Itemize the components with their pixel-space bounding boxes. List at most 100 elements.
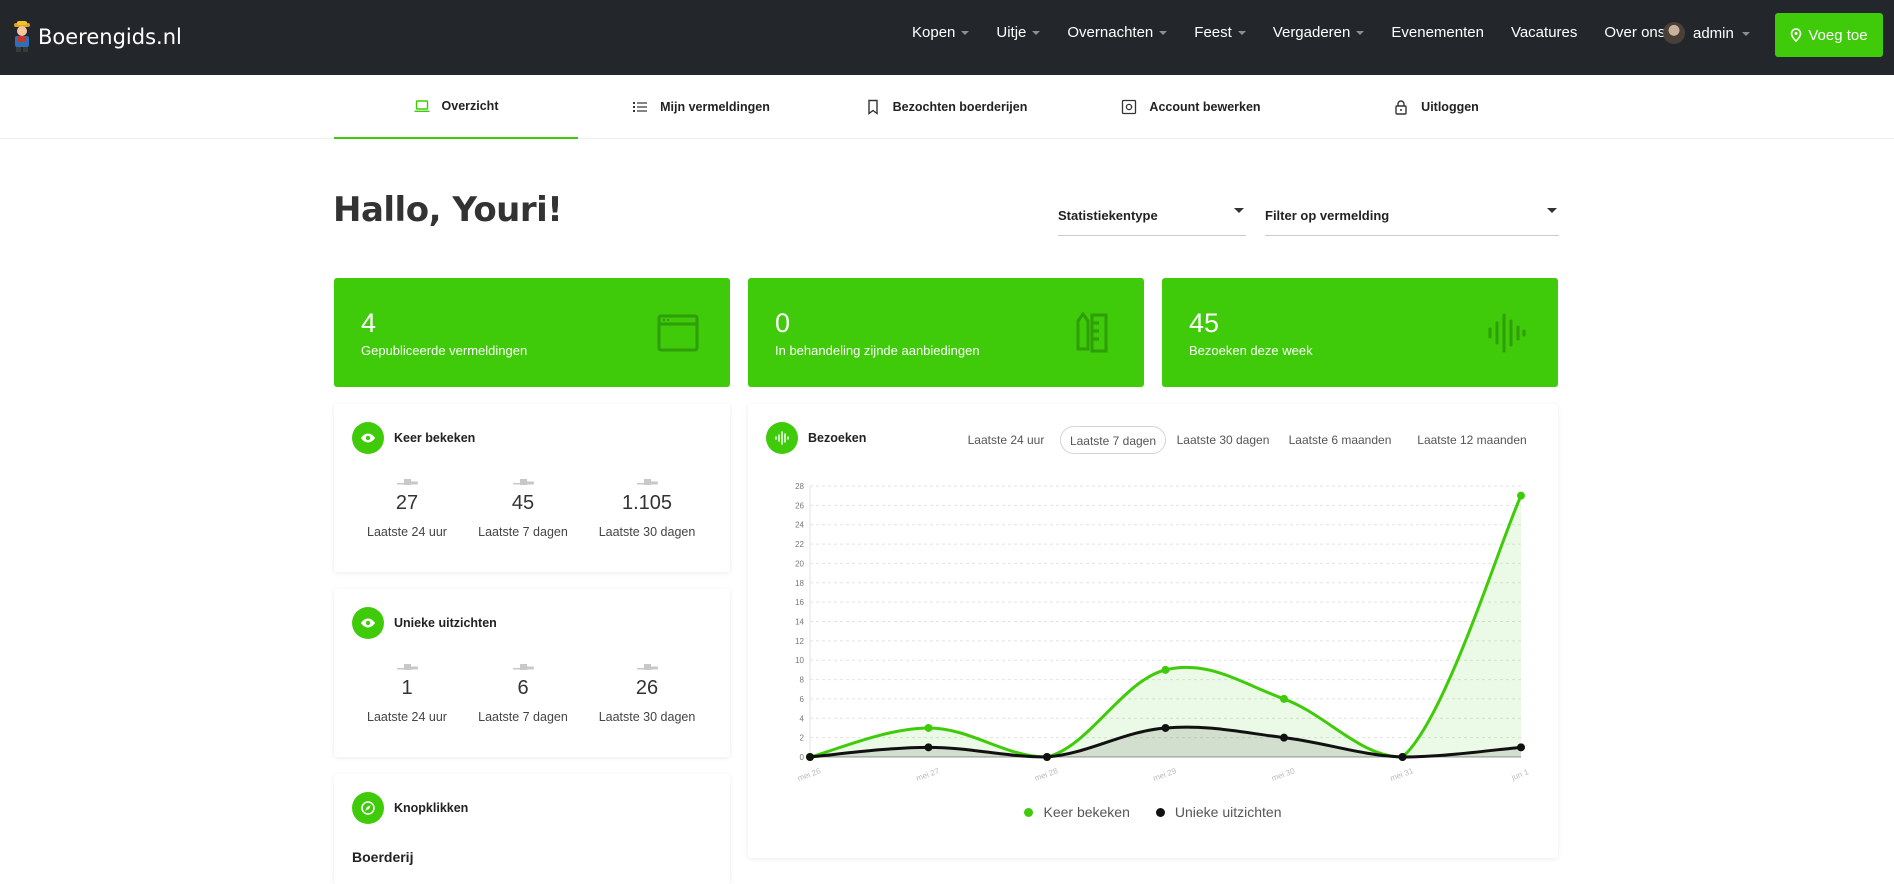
panel-title: Unieke uitzichten xyxy=(352,607,497,639)
y-tick-label: 24 xyxy=(795,521,804,530)
x-tick-label: mei 26 xyxy=(796,766,822,783)
nav-vacatures[interactable]: Vacatures xyxy=(1511,24,1577,41)
data-point xyxy=(924,723,933,732)
select-value: Statistiekentype xyxy=(1058,208,1158,223)
data-point xyxy=(1043,753,1051,761)
x-tick-label: mei 27 xyxy=(915,766,941,783)
chevron-down-icon xyxy=(1547,208,1557,213)
legend-item-views[interactable]: Keer bekeken xyxy=(1024,804,1130,820)
y-tick-label: 2 xyxy=(800,734,805,743)
add-button-label: Voeg toe xyxy=(1808,26,1868,44)
nav-label: Overnachten xyxy=(1067,24,1154,41)
nav-label: Uitje xyxy=(996,24,1027,41)
y-tick-label: 14 xyxy=(795,618,804,627)
data-point xyxy=(1161,723,1170,732)
nav-uitje[interactable]: Uitje xyxy=(996,24,1041,41)
laptop-icon xyxy=(414,100,430,113)
bar-chart-icon: ▁▄▂ xyxy=(397,659,417,670)
ruler-pencil-icon xyxy=(1076,311,1108,353)
user-name: admin xyxy=(1693,24,1734,42)
y-tick-label: 28 xyxy=(795,482,804,491)
y-tick-label: 26 xyxy=(795,501,804,510)
listing-filter-select[interactable]: Filter op vermelding xyxy=(1265,198,1559,236)
stat-label: Bezoeken deze week xyxy=(1189,343,1313,358)
select-value: Filter op vermelding xyxy=(1265,208,1390,223)
nav-vergaderen[interactable]: Vergaderen xyxy=(1273,24,1365,41)
brand-name: Boerengids.nl xyxy=(38,25,182,49)
chevron-down-icon xyxy=(1741,31,1750,36)
tab-overzicht[interactable]: Overzicht xyxy=(334,75,578,139)
main-nav: Kopen Uitje Overnachten Feest Vergaderen… xyxy=(912,24,1706,41)
data-point xyxy=(806,753,814,761)
legend-label: Keer bekeken xyxy=(1043,804,1130,820)
tab-label: Bezochten boerderijen xyxy=(892,100,1028,114)
nav-evenementen[interactable]: Evenementen xyxy=(1391,24,1484,41)
y-tick-label: 8 xyxy=(800,676,805,685)
tab-label: Account bewerken xyxy=(1149,100,1261,114)
metric-value: 1.105 xyxy=(621,492,673,514)
series-area xyxy=(810,495,1521,757)
chevron-down-icon xyxy=(1356,31,1365,35)
panel-title-text: Knopklikken xyxy=(394,801,469,815)
chevron-down-icon xyxy=(1032,31,1041,35)
data-point xyxy=(1517,743,1525,752)
avatar xyxy=(1663,22,1685,44)
tab-account-bewerken[interactable]: Account bewerken xyxy=(1069,75,1313,139)
metric-24h: ▁▄▂ 1 Laatste 24 uur xyxy=(347,659,467,724)
panel-title: Knopklikken xyxy=(352,792,468,824)
tab-bezochten-boerderijen[interactable]: Bezochten boerderijen xyxy=(824,75,1068,139)
views-panel: Keer bekeken ▁▄▂ 27 Laatste 24 uur ▁▄▂ 4… xyxy=(334,404,730,572)
nav-label: Feest xyxy=(1194,24,1232,41)
eye-icon xyxy=(352,607,384,639)
tab-label: Mijn vermeldingen xyxy=(660,100,770,114)
stats-type-select[interactable]: Statistiekentype xyxy=(1058,198,1246,236)
top-navbar: Boerengids.nl Kopen Uitje Overnachten Fe… xyxy=(0,0,1894,75)
metric-caption: Laatste 7 dagen xyxy=(478,525,568,539)
list-icon xyxy=(633,102,648,112)
legend-item-unique[interactable]: Unieke uitzichten xyxy=(1155,804,1282,820)
metric-caption: Laatste 30 dagen xyxy=(598,525,696,539)
metric-7d: ▁▄▂ 45 Laatste 7 dagen xyxy=(463,474,583,539)
x-tick-label: mei 29 xyxy=(1152,766,1178,783)
brand[interactable]: Boerengids.nl xyxy=(10,20,182,54)
tab-label: Overzicht xyxy=(441,99,499,113)
data-point xyxy=(1280,733,1288,742)
nav-kopen[interactable]: Kopen xyxy=(912,24,970,41)
data-point xyxy=(1517,491,1525,500)
y-tick-label: 4 xyxy=(800,714,805,723)
sound-wave-icon xyxy=(1488,313,1526,353)
nav-label: Vergaderen xyxy=(1272,24,1351,41)
chevron-down-icon xyxy=(1237,31,1246,35)
chevron-down-icon xyxy=(961,31,970,35)
panel-title-text: Keer bekeken xyxy=(394,431,476,445)
tab-uitloggen[interactable]: Uitloggen xyxy=(1314,75,1558,139)
y-tick-label: 16 xyxy=(795,598,804,607)
x-tick-label: jun 1 xyxy=(1510,767,1531,782)
user-menu[interactable]: admin xyxy=(1663,22,1750,44)
tab-mijn-vermeldingen[interactable]: Mijn vermeldingen xyxy=(579,75,823,139)
panel-title: Keer bekeken xyxy=(352,422,475,454)
nav-feest[interactable]: Feest xyxy=(1194,24,1246,41)
add-listing-button[interactable]: Voeg toe xyxy=(1775,13,1883,57)
metric-caption: Laatste 7 dagen xyxy=(478,710,568,724)
stat-label: Gepubliceerde vermeldingen xyxy=(361,343,528,358)
chevron-down-icon xyxy=(1159,31,1168,35)
stat-card-visits: 45 Bezoeken deze week xyxy=(1162,278,1558,387)
y-tick-label: 20 xyxy=(795,559,804,568)
bar-chart-icon: ▁▄▂ xyxy=(637,474,657,485)
lock-icon xyxy=(1395,100,1407,115)
bookmark-icon xyxy=(867,99,878,115)
metric-30d: ▁▄▂ 26 Laatste 30 dagen xyxy=(587,659,707,724)
x-tick-label: mei 30 xyxy=(1270,766,1296,783)
stat-card-published: 4 Gepubliceerde vermeldingen xyxy=(334,278,730,387)
visits-chart-panel: Bezoeken Laatste 24 uur Laatste 7 dagen … xyxy=(748,404,1558,858)
y-tick-label: 6 xyxy=(800,695,805,704)
stat-value: 0 xyxy=(775,308,791,338)
data-point xyxy=(1161,665,1170,674)
data-point xyxy=(924,743,933,752)
nav-overnachten[interactable]: Overnachten xyxy=(1067,24,1168,41)
stat-value: 45 xyxy=(1189,308,1220,338)
clicks-subheading: Boerderij xyxy=(352,849,414,865)
panel-title-text: Unieke uitzichten xyxy=(394,616,497,630)
nav-label: Vacatures xyxy=(1510,24,1578,41)
